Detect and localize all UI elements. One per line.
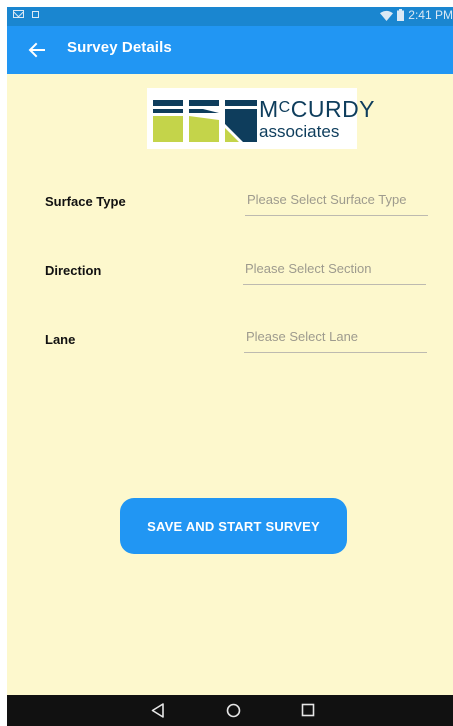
mccurdy-logo: MCCURDY associates [147,88,375,149]
recents-square-icon[interactable] [301,703,315,717]
label-lane: Lane [45,332,76,347]
notification-icon [32,10,39,18]
wifi-icon [380,10,394,21]
surface-type-placeholder: Please Select Surface Type [247,192,407,207]
logo-tagline: associates [259,122,340,141]
app-bar: Survey Details [7,26,453,74]
lane-placeholder: Please Select Lane [246,329,359,344]
mail-icon [13,10,24,18]
direction-placeholder: Please Select Section [245,261,372,276]
home-circle-icon[interactable] [226,703,241,718]
direction-select[interactable]: Please Select Section [243,256,426,285]
app-screen: 2:41 PM Survey Details MCCURDY associate… [7,7,453,726]
surface-type-select[interactable]: Please Select Surface Type [245,187,428,216]
page-title: Survey Details [67,39,172,56]
logo-graphic-icon [153,100,257,142]
status-time: 2:41 PM [408,8,453,22]
save-and-start-survey-button[interactable]: SAVE AND START SURVEY [120,498,347,554]
logo-wordmark: MCCURDY [259,96,376,122]
arrow-left-icon[interactable] [25,38,49,62]
back-triangle-icon[interactable] [151,703,165,718]
system-nav-bar [7,695,453,726]
status-bar: 2:41 PM [7,7,453,26]
label-surface-type: Surface Type [45,194,126,209]
battery-icon [397,9,405,21]
lane-select[interactable]: Please Select Lane [244,324,427,353]
label-direction: Direction [45,263,102,278]
